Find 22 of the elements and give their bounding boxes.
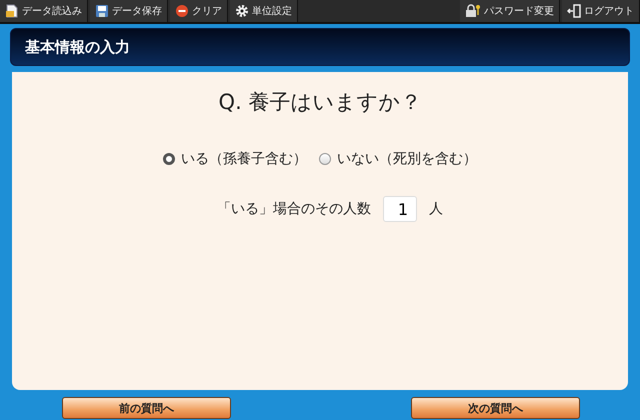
option-label: いる（孫養子含む） bbox=[181, 150, 307, 168]
minus-circle-icon bbox=[175, 4, 189, 18]
gear-icon bbox=[235, 4, 249, 18]
toolbar-button[interactable]: データ保存 bbox=[90, 0, 168, 22]
exit-door-icon bbox=[567, 4, 581, 18]
lock-and-key-icon bbox=[465, 4, 481, 18]
radio-button[interactable] bbox=[319, 153, 331, 165]
question-text: Q. 養子はいますか？ bbox=[218, 89, 422, 116]
toolbar-button[interactable]: ログアウト bbox=[562, 0, 640, 22]
toolbar-button[interactable]: 単位設定 bbox=[230, 0, 298, 22]
next-button[interactable]: 次の質問へ bbox=[411, 397, 580, 419]
count-label: 「いる」場合のその人数 bbox=[217, 200, 371, 218]
radio-button[interactable] bbox=[163, 153, 175, 165]
toolbar-button[interactable]: クリア bbox=[170, 0, 228, 22]
toolbar-button[interactable]: パスワード変更 bbox=[460, 0, 560, 22]
count-field[interactable]: 1 bbox=[383, 196, 417, 222]
unit-label: 人 bbox=[429, 200, 443, 218]
toolbar-button[interactable]: データ読込み bbox=[0, 0, 88, 22]
previous-button[interactable]: 前の質問へ bbox=[62, 397, 231, 419]
option-label: いない（死別を含む） bbox=[337, 150, 477, 168]
document-icon bbox=[5, 4, 19, 18]
page-title: 基本情報の入力 bbox=[25, 38, 130, 56]
